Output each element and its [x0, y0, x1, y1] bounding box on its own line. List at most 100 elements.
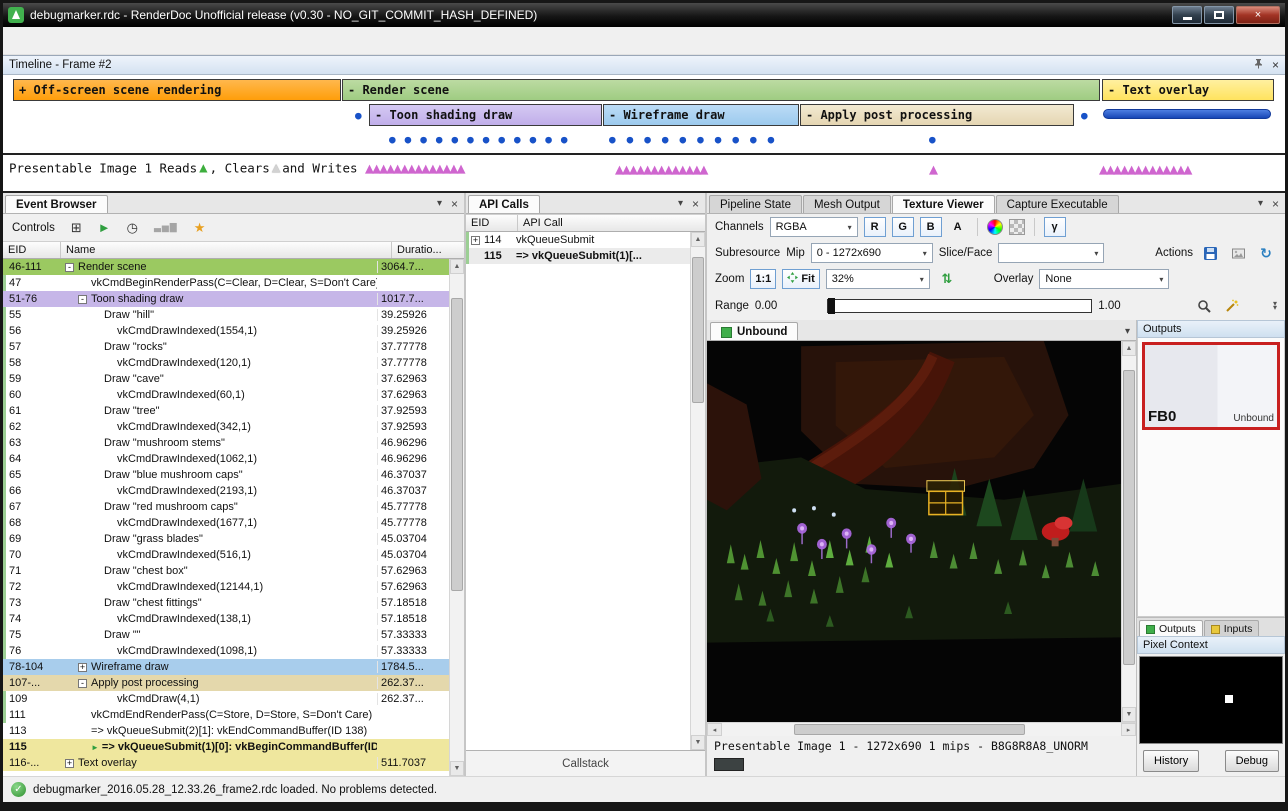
refresh-icon[interactable]: ↻ — [1255, 243, 1277, 263]
history-button[interactable]: History — [1143, 750, 1199, 772]
event-row[interactable]: 58 vkCmdDrawIndexed(120,1) 37.77778 — [3, 355, 449, 371]
event-row[interactable]: 61 Draw "tree" 37.92593 — [3, 403, 449, 419]
draw-event-dot[interactable]: ● — [1081, 110, 1088, 121]
pixel-context-view[interactable] — [1139, 656, 1283, 744]
panel-close-icon[interactable]: × — [1272, 198, 1279, 210]
time-draws-icon[interactable]: ◷ — [127, 221, 138, 234]
scroll-left-icon[interactable]: ◂ — [707, 723, 722, 736]
range-max-value[interactable]: 1.00 — [1098, 300, 1120, 312]
event-row[interactable]: 67 Draw "red mushroom caps" 45.77778 — [3, 499, 449, 515]
expander-icon[interactable]: - — [78, 679, 87, 688]
expander-icon[interactable] — [104, 695, 113, 704]
menu-item[interactable] — [29, 36, 51, 46]
green-channel-button[interactable]: G — [892, 217, 914, 237]
zoom-level-select[interactable]: 32%▾ — [826, 269, 930, 289]
api-call-row[interactable]: + 114 vkQueueSubmit — [466, 232, 690, 248]
timeline-close-icon[interactable]: × — [1272, 58, 1279, 72]
column-api-call[interactable]: API Call — [518, 215, 705, 231]
texture-image[interactable] — [707, 341, 1121, 722]
timeline[interactable]: + Off-screen scene rendering - Render sc… — [3, 75, 1285, 193]
event-row[interactable]: 115 ► => vkQueueSubmit(1)[0]: vkBeginCom… — [3, 739, 449, 755]
red-channel-button[interactable]: R — [864, 217, 886, 237]
event-row[interactable]: 59 Draw "cave" 37.62963 — [3, 371, 449, 387]
pin-icon[interactable] — [1253, 58, 1264, 72]
export-image-icon[interactable] — [1227, 243, 1249, 263]
expander-icon[interactable] — [91, 631, 100, 640]
event-row[interactable]: 46-111 - Render scene 3064.7... — [3, 259, 449, 275]
close-button[interactable]: × — [1236, 6, 1280, 24]
scrollbar-thumb[interactable] — [794, 724, 1025, 735]
event-row[interactable]: 64 vkCmdDrawIndexed(1062,1) 46.96296 — [3, 451, 449, 467]
expander-icon[interactable]: - — [65, 263, 74, 272]
event-row[interactable]: 51-76 - Toon shading draw 1017.7... — [3, 291, 449, 307]
write-marker[interactable]: ▲ — [929, 160, 936, 178]
event-row[interactable]: 113 => vkQueueSubmit(2)[1]: vkEndCommand… — [3, 723, 449, 739]
expander-icon[interactable] — [78, 711, 87, 720]
maximize-button[interactable] — [1204, 6, 1234, 24]
scroll-up-icon[interactable]: ▲ — [1122, 341, 1136, 356]
event-row[interactable]: 116-... + Text overlay 511.7037 — [3, 755, 449, 771]
expander-icon[interactable] — [91, 343, 100, 352]
api-call-row[interactable]: 115 => vkQueueSubmit(1)[... — [466, 248, 690, 264]
timeline-resource-usage-row[interactable]: Presentable Image 1 Reads▲, Clears▲and W… — [3, 153, 1285, 193]
right-panel-tab[interactable]: Texture Viewer — [892, 195, 995, 213]
gamma-button[interactable]: γ — [1044, 217, 1066, 237]
column-eid[interactable]: EID — [3, 242, 61, 258]
timeline-marker-text-overlay[interactable]: - Text overlay — [1102, 79, 1274, 101]
panel-menu-icon[interactable]: ▾ — [437, 199, 442, 209]
event-row[interactable]: 111 vkCmdEndRenderPass(C=Store, D=Store,… — [3, 707, 449, 723]
tab-event-browser[interactable]: Event Browser — [5, 195, 108, 213]
right-panel-tab[interactable]: Capture Executable — [996, 195, 1119, 213]
event-row[interactable]: 57 Draw "rocks" 37.77778 — [3, 339, 449, 355]
event-row[interactable]: 56 vkCmdDrawIndexed(1554,1) 39.25926 — [3, 323, 449, 339]
channel-format-select[interactable]: RGBA▾ — [770, 217, 858, 237]
slice-face-select[interactable]: ▾ — [998, 243, 1104, 263]
range-slider[interactable] — [827, 299, 1092, 313]
expander-icon[interactable] — [91, 599, 100, 608]
bookmark-icon[interactable]: ★ — [194, 221, 206, 234]
expander-icon[interactable] — [78, 727, 87, 736]
event-row[interactable]: 69 Draw "grass blades" 45.03704 — [3, 531, 449, 547]
tab-current-texture[interactable]: Unbound — [710, 322, 798, 340]
event-tree[interactable]: 46-111 - Render scene 3064.7... 47 — [3, 259, 449, 776]
tab-inputs[interactable]: Inputs — [1204, 620, 1260, 636]
draw-event-dot[interactable]: ● — [355, 110, 362, 121]
tab-outputs[interactable]: Outputs — [1139, 620, 1203, 636]
overlay-select[interactable]: None▾ — [1039, 269, 1169, 289]
render-target-list[interactable]: FB0 Unbound — [1137, 338, 1285, 617]
blue-channel-button[interactable]: B — [920, 217, 942, 237]
event-row[interactable]: 71 Draw "chest box" 57.62963 — [3, 563, 449, 579]
timeline-marker-render-scene[interactable]: - Render scene — [342, 79, 1100, 101]
scroll-down-icon[interactable]: ▼ — [1122, 707, 1136, 722]
toolbar-overflow-icon[interactable]: ▾▾ — [1273, 302, 1277, 310]
menu-item[interactable] — [51, 36, 73, 46]
timeline-marker-toon-shading[interactable]: - Toon shading draw — [369, 104, 602, 126]
timeline-marker-wireframe[interactable]: - Wireframe draw — [603, 104, 799, 126]
panel-menu-icon[interactable]: ▾ — [1258, 199, 1263, 209]
event-row[interactable]: 76 vkCmdDrawIndexed(1098,1) 57.33333 — [3, 643, 449, 659]
right-panel-tab[interactable]: Pipeline State — [709, 195, 802, 213]
expander-icon[interactable]: + — [471, 236, 480, 245]
color-wheel-icon[interactable] — [987, 219, 1003, 235]
expander-icon[interactable] — [104, 455, 113, 464]
event-row[interactable]: 66 vkCmdDrawIndexed(2193,1) 46.37037 — [3, 483, 449, 499]
expander-icon[interactable]: - — [78, 295, 87, 304]
flip-y-icon[interactable]: ⇅ — [936, 269, 958, 289]
expander-icon[interactable] — [104, 327, 113, 336]
write-markers[interactable]: ▲▲▲▲▲▲▲▲▲▲▲▲▲ — [1099, 160, 1190, 178]
api-call-list[interactable]: + 114 vkQueueSubmit 115 => vkQueueSubmit… — [466, 232, 690, 750]
autofit-wand-icon[interactable] — [1221, 296, 1243, 316]
scroll-up-icon[interactable]: ▲ — [691, 232, 705, 247]
scroll-right-icon[interactable]: ▸ — [1121, 723, 1136, 736]
column-duration[interactable]: Duratio... — [392, 242, 464, 258]
save-icon[interactable] — [1199, 243, 1221, 263]
expander-icon[interactable] — [104, 551, 113, 560]
expander-icon[interactable] — [104, 359, 113, 368]
mip-select[interactable]: 0 - 1272x690▾ — [811, 243, 933, 263]
expander-icon[interactable] — [104, 519, 113, 528]
event-row[interactable]: 68 vkCmdDrawIndexed(1677,1) 45.77778 — [3, 515, 449, 531]
expander-icon[interactable] — [104, 391, 113, 400]
panel-menu-icon[interactable]: ▾ — [678, 199, 683, 209]
expander-icon[interactable] — [91, 567, 100, 576]
range-min-value[interactable]: 0.00 — [755, 300, 777, 312]
